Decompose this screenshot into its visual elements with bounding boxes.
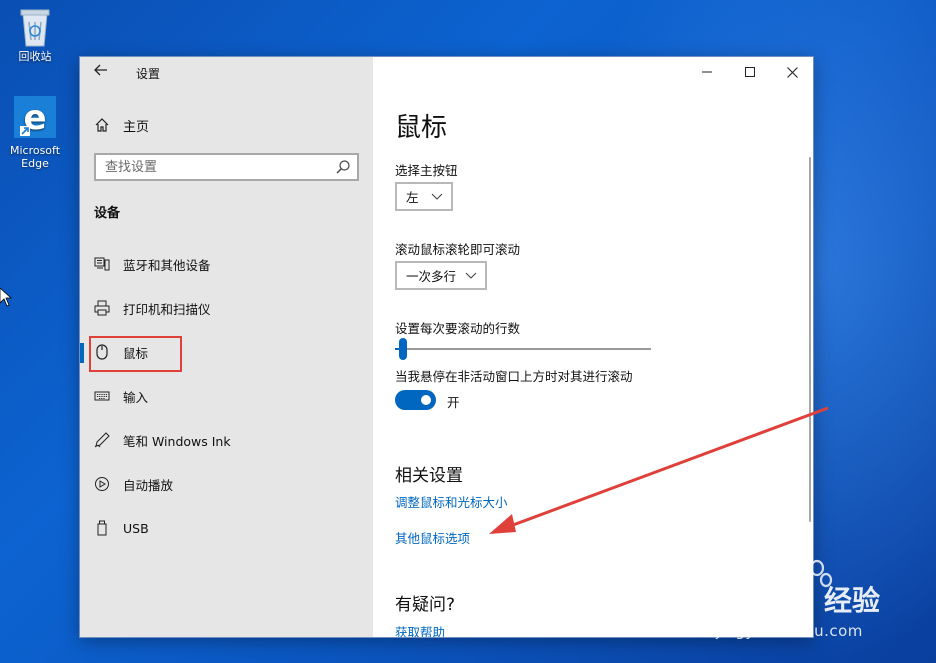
sidebar-item-label: 蓝牙和其他设备 xyxy=(123,257,211,273)
inactive-scroll-toggle[interactable] xyxy=(395,390,436,410)
annotation-highlight-box xyxy=(89,336,182,372)
bluetooth-devices-icon xyxy=(94,257,110,271)
close-button[interactable] xyxy=(778,62,806,82)
maximize-icon xyxy=(745,67,755,77)
desktop-icon-label: Microsoft Edge xyxy=(9,144,61,170)
watermark-suffix: 经验 xyxy=(824,584,880,617)
scroll-mode-dropdown[interactable]: 一次多行 xyxy=(395,261,487,290)
chevron-down-icon xyxy=(465,272,477,279)
sidebar-section-title: 设备 xyxy=(94,206,121,221)
scroll-lines-slider[interactable] xyxy=(395,338,651,360)
home-label: 主页 xyxy=(123,119,150,135)
primary-button-dropdown[interactable]: 左 xyxy=(395,182,453,211)
search-input[interactable] xyxy=(96,155,326,179)
sidebar-item-printers[interactable]: 打印机和扫描仪 xyxy=(80,290,373,326)
back-button[interactable] xyxy=(94,63,110,81)
minimize-icon xyxy=(702,71,712,73)
scrollbar[interactable] xyxy=(809,157,811,522)
primary-button-label: 选择主按钮 xyxy=(395,163,458,178)
scroll-mode-label: 滚动鼠标滚轮即可滚动 xyxy=(395,242,521,257)
edge-icon: e xyxy=(14,96,56,138)
content-pane: 鼠标 选择主按钮 左 滚动鼠标滚轮即可滚动 一次多行 设置每次要滚动的行数 当我… xyxy=(373,57,813,637)
desktop-icon-edge[interactable]: e Microsoft Edge xyxy=(0,96,70,170)
link-get-help[interactable]: 获取帮助 xyxy=(395,622,445,637)
link-additional-mouse-options[interactable]: 其他鼠标选项 xyxy=(395,528,470,547)
scroll-mode-value: 一次多行 xyxy=(406,269,457,284)
watermark-brand: Baidu xyxy=(718,580,812,618)
sidebar-item-home[interactable]: 主页 xyxy=(94,115,149,135)
search-icon[interactable] xyxy=(335,159,351,175)
usb-icon xyxy=(97,520,107,536)
sidebar-item-autoplay[interactable]: 自动播放 xyxy=(80,466,373,502)
sidebar-item-typing[interactable]: 输入 xyxy=(80,378,373,414)
maximize-button[interactable] xyxy=(736,62,764,82)
toggle-knob xyxy=(421,395,431,405)
sidebar-item-label: 输入 xyxy=(123,389,149,405)
slider-thumb[interactable] xyxy=(399,338,407,360)
watermark-url: jingyan.baidu.com xyxy=(716,622,863,640)
question-title: 有疑问? xyxy=(395,595,456,615)
page-title: 鼠标 xyxy=(395,113,448,143)
chevron-down-icon xyxy=(431,193,443,200)
sidebar-item-usb[interactable]: USB xyxy=(80,510,373,546)
mouse-cursor-icon xyxy=(0,288,12,307)
desktop-icon-recycle-bin[interactable]: 回收站 xyxy=(0,4,70,63)
keyboard-icon xyxy=(94,391,110,401)
settings-window: 设置 主页 设备 蓝牙和其他设备 打印机和扫描仪 鼠标 输入 xyxy=(80,57,813,637)
scroll-lines-label: 设置每次要滚动的行数 xyxy=(395,321,521,336)
sidebar-item-label: 打印机和扫描仪 xyxy=(123,301,211,317)
back-arrow-icon xyxy=(94,64,107,76)
toggle-state-label: 开 xyxy=(447,395,460,410)
desktop-icon-label: 回收站 xyxy=(18,50,52,63)
pen-icon xyxy=(94,432,110,448)
autoplay-icon xyxy=(95,477,109,491)
printer-icon xyxy=(94,300,110,316)
sidebar-item-label: USB xyxy=(123,520,149,536)
search-box[interactable] xyxy=(94,153,359,181)
recycle-bin-icon xyxy=(20,9,50,47)
sidebar: 设置 主页 设备 蓝牙和其他设备 打印机和扫描仪 鼠标 输入 xyxy=(80,57,373,637)
related-settings-title: 相关设置 xyxy=(395,466,463,486)
minimize-button[interactable] xyxy=(693,62,721,82)
window-title: 设置 xyxy=(136,67,161,81)
active-indicator xyxy=(80,343,84,363)
sidebar-item-label: 自动播放 xyxy=(123,477,174,493)
sidebar-item-label: 笔和 Windows Ink xyxy=(123,433,231,449)
link-adjust-mouse-cursor-size[interactable]: 调整鼠标和光标大小 xyxy=(395,492,508,511)
sidebar-item-pen[interactable]: 笔和 Windows Ink xyxy=(80,422,373,458)
inactive-scroll-label: 当我悬停在非活动窗口上方时对其进行滚动 xyxy=(395,369,633,384)
home-icon xyxy=(95,118,109,132)
close-icon xyxy=(786,66,798,78)
sidebar-item-bluetooth[interactable]: 蓝牙和其他设备 xyxy=(80,246,373,282)
primary-button-value: 左 xyxy=(406,190,419,205)
